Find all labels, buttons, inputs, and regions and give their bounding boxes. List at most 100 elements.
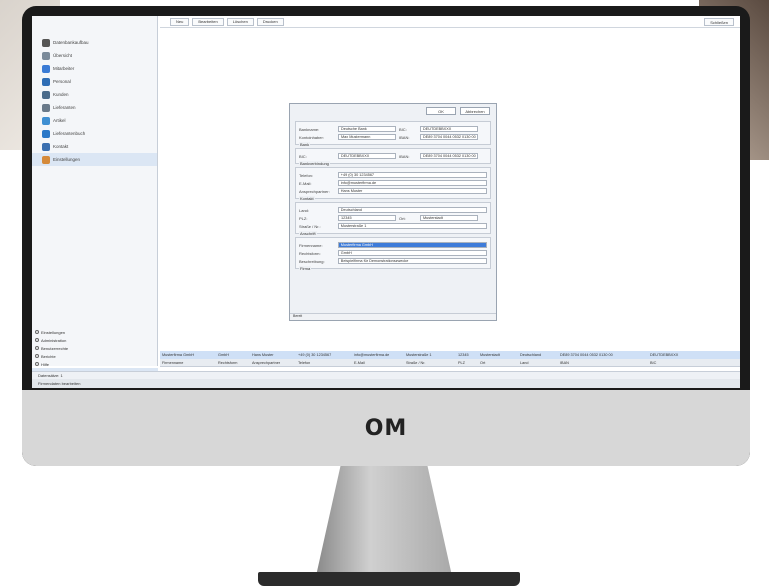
sidebar-radio[interactable]: Einstellungen xyxy=(32,328,158,336)
sidebar-item[interactable]: Kunden xyxy=(32,88,157,101)
field-input[interactable]: Beispielfirma für Demonstrationszwecke xyxy=(337,258,487,264)
toolbar-button[interactable]: Löschen xyxy=(226,17,254,26)
column-header[interactable]: IBAN xyxy=(558,361,648,365)
sidebar-item-label: Artikel xyxy=(53,118,66,123)
sidebar-item-label: Lieferanten xyxy=(53,105,76,110)
form-row: Straße / Nr.: Musterstraße 1 xyxy=(299,222,487,230)
sidebar-item[interactable]: Artikel xyxy=(32,114,157,127)
monitor-base xyxy=(258,572,520,586)
sidebar-item-label: Mitarbeiter xyxy=(53,66,75,71)
table-row[interactable]: Musterfirma GmbH GmbH Hans Muster +49 (0) 3… xyxy=(160,351,740,359)
column-header[interactable]: PLZ xyxy=(456,361,478,365)
field-input[interactable]: DEUTDEBBXXX xyxy=(338,153,396,159)
form-row: Bankname: Deutsche Bank BIC: DEUTDEBBXXX xyxy=(299,125,487,133)
sidebar-item[interactable]: Lieferanten xyxy=(32,101,157,114)
dialog-group: Firmenname: Musterfirma GmbH Rechtsform: Gm… xyxy=(295,237,491,271)
table-cell: GmbH xyxy=(218,353,229,357)
radio-icon xyxy=(35,354,39,358)
toolbar-buttons: Neu Bearbeiten Löschen Drucken xyxy=(170,17,284,26)
column-header[interactable]: Rechtsform xyxy=(216,361,250,365)
sidebar-item[interactable]: Kontakt xyxy=(32,140,157,153)
column-header[interactable]: Straße / Nr. xyxy=(404,361,456,365)
field-label: Straße / Nr.: xyxy=(299,223,321,229)
form-row: Telefon: +49 (0) 30 1234567 xyxy=(299,171,487,179)
sidebar-radio-label: Berichte xyxy=(41,353,56,359)
toolbar-button[interactable]: Bearbeiten xyxy=(192,17,224,26)
sidebar-radio-label: Benutzerrechte xyxy=(41,345,69,351)
field-input[interactable]: GmbH xyxy=(337,250,487,256)
field-input[interactable]: 12345 xyxy=(338,215,396,221)
close-button[interactable]: Schließen xyxy=(704,18,734,26)
field-input[interactable]: +49 (0) 30 1234567 xyxy=(337,172,487,178)
table-header: Firmenname Rechtsform Ansprechpartner Telef… xyxy=(160,359,740,367)
field-input[interactable]: Max Mustermann xyxy=(338,134,396,140)
sidebar-item[interactable]: Datenbankaufbau xyxy=(32,36,157,49)
sidebar-item-label: Lieferantenbuch xyxy=(53,131,86,136)
sidebar-item-icon xyxy=(42,103,50,112)
dialog-group: BIC: DEUTDEBBXXX IBAN: DE89 3704 0044 0532 … xyxy=(295,148,491,166)
screen: Datenbankaufbau Übersicht Mitarbeiter Perso… xyxy=(32,16,740,388)
dialog-actions: OK Abbrechen xyxy=(290,104,496,118)
dialog-group: Land: Deutschland PLZ: 12345 Ort: Musterstadt… xyxy=(295,202,491,236)
sidebar-item-icon xyxy=(42,51,50,60)
field-label: PLZ: xyxy=(299,215,308,221)
sidebar-item[interactable]: Mitarbeiter xyxy=(32,62,157,75)
cancel-button[interactable]: Abbrechen xyxy=(460,107,490,115)
sidebar-radio[interactable]: Hilfe xyxy=(32,360,158,368)
field-input[interactable]: Deutschland xyxy=(337,207,487,213)
field-input[interactable]: Deutsche Bank xyxy=(338,126,396,132)
field-input[interactable]: Musterstraße 1 xyxy=(337,223,487,229)
field-label: E-Mail: xyxy=(299,180,312,186)
column-header[interactable]: Telefon xyxy=(296,361,352,365)
group-title: Anschrift xyxy=(299,231,317,236)
toolbar-button[interactable]: Drucken xyxy=(256,17,284,26)
form-row: BIC: DEUTDEBBXXX IBAN: DE89 3704 0044 0532 … xyxy=(299,152,487,160)
sidebar-item[interactable]: Einstellungen xyxy=(32,153,157,166)
sidebar-radio[interactable]: Administration xyxy=(32,336,158,344)
field-input[interactable]: Musterfirma GmbH xyxy=(337,242,487,248)
sidebar-item-icon xyxy=(42,64,50,73)
column-header[interactable]: Land xyxy=(518,361,558,365)
sidebar-radio[interactable]: Berichte xyxy=(32,352,158,360)
field-input[interactable]: DE89 3704 0044 0532 0130 00 xyxy=(420,153,478,159)
sidebar-item-label: Einstellungen xyxy=(53,157,81,162)
dialog-sections: Bankname: Deutsche Bank BIC: DEUTDEBBXXX Kon… xyxy=(290,121,496,271)
toolbar-button[interactable]: Neu xyxy=(170,17,190,26)
form-row: E-Mail: info@musterfirma.de xyxy=(299,179,487,187)
field-label: Firmenname: xyxy=(299,242,323,248)
field-input[interactable]: Musterstadt xyxy=(420,215,478,221)
field-label: Ansprechpartner: xyxy=(299,188,330,194)
sidebar-radio-label: Hilfe xyxy=(41,361,50,367)
field-input[interactable]: DEUTDEBBXXX xyxy=(420,126,478,132)
column-header[interactable]: BIC xyxy=(648,361,688,365)
field-input[interactable]: info@musterfirma.de xyxy=(337,180,487,186)
field-input[interactable]: DE89 3704 0044 0532 0130 00 xyxy=(420,134,478,140)
sidebar-item[interactable]: Lieferantenbuch xyxy=(32,127,157,140)
form-row: Beschreibung: Beispielfirma für Demonstra… xyxy=(299,257,487,265)
ok-button[interactable]: OK xyxy=(426,107,456,115)
sidebar-radio-label: Administration xyxy=(41,337,67,343)
data-grid: Musterfirma GmbH GmbH Hans Muster +49 (0) 3… xyxy=(160,351,740,368)
sidebar-item-icon xyxy=(42,77,50,86)
field-label: Ort: xyxy=(399,215,406,221)
sidebar-radio[interactable]: Benutzerrechte xyxy=(32,344,158,352)
field-label: BIC: xyxy=(399,126,407,132)
radio-icon xyxy=(35,362,39,366)
table-cell: Hans Muster xyxy=(252,353,274,357)
column-header[interactable]: Firmenname xyxy=(160,361,216,365)
radio-icon xyxy=(35,338,39,342)
sidebar-radios: Einstellungen Administration Benutzerrecht… xyxy=(32,328,158,376)
brand-logo: OM xyxy=(364,415,408,441)
radio-icon xyxy=(35,346,39,350)
column-header[interactable]: Ansprechpartner xyxy=(250,361,296,365)
table-cell: DEUTDEBBXXX xyxy=(650,353,679,357)
field-label: BIC: xyxy=(299,153,307,159)
sidebar-radio-label: Einstellungen xyxy=(41,329,66,335)
field-input[interactable]: Hans Muster xyxy=(337,188,487,194)
sidebar-item[interactable]: Personal xyxy=(32,75,157,88)
field-label: Telefon: xyxy=(299,172,314,178)
column-header[interactable]: Ort xyxy=(478,361,518,365)
group-title: Bank xyxy=(299,142,311,147)
column-header[interactable]: E-Mail xyxy=(352,361,404,365)
sidebar-item[interactable]: Übersicht xyxy=(32,49,157,62)
